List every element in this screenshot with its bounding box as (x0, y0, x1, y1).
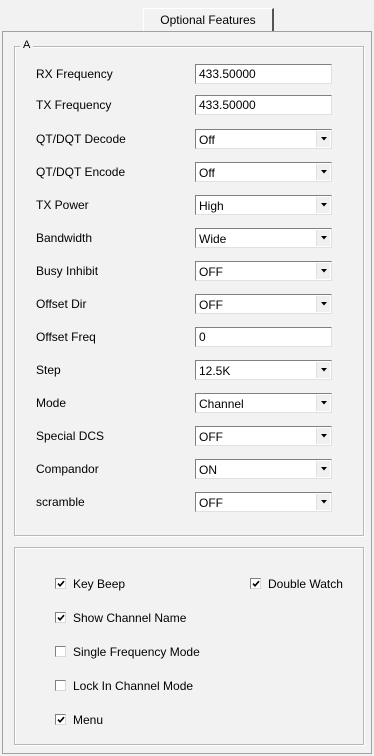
checkbox-box[interactable] (55, 578, 66, 589)
offset-freq-label: Offset Freq (36, 330, 96, 344)
qt-decode-select[interactable]: Off (195, 129, 332, 149)
tx-frequency-input[interactable]: 433.50000 (195, 95, 332, 115)
step-value: 12.5K (199, 364, 231, 378)
checkmark-icon (57, 614, 65, 622)
tx-frequency-label: TX Frequency (36, 98, 112, 112)
chevron-down-icon (321, 137, 327, 141)
rx-frequency-input[interactable]: 433.50000 (195, 64, 332, 84)
row-tx-power: TX Power High (0, 195, 374, 217)
dropdown-button[interactable] (316, 428, 330, 444)
row-offset-dir: Offset Dir OFF (0, 294, 374, 316)
scramble-select[interactable]: OFF (195, 492, 332, 512)
compandor-label: Compandor (36, 462, 99, 476)
bandwidth-value: Wide (199, 232, 227, 246)
checkbox-box[interactable] (55, 612, 66, 623)
chevron-down-icon (321, 368, 327, 372)
special-dcs-value: OFF (199, 430, 223, 444)
mode-select[interactable]: Channel (195, 393, 332, 413)
row-busy-inhibit: Busy Inhibit OFF (0, 261, 374, 283)
dropdown-button[interactable] (316, 230, 330, 246)
compandor-value: ON (199, 463, 217, 477)
dropdown-button[interactable] (316, 296, 330, 312)
chevron-down-icon (321, 203, 327, 207)
menu-label: Menu (73, 713, 104, 727)
single-frequency-mode-label: Single Frequency Mode (73, 645, 200, 659)
step-select[interactable]: 12.5K (195, 360, 332, 380)
tab-optional-features[interactable]: Optional Features (143, 8, 274, 32)
checkbox-box[interactable] (55, 646, 66, 657)
row-compandor: Compandor ON (0, 459, 374, 481)
checkbox-box[interactable] (55, 714, 66, 725)
offset-dir-value: OFF (199, 298, 223, 312)
show-channel-name-label: Show Channel Name (73, 611, 187, 625)
row-qt-encode: QT/DQT Encode Off (0, 162, 374, 184)
qt-decode-value: Off (199, 133, 215, 147)
qt-decode-label: QT/DQT Decode (36, 132, 126, 146)
dropdown-button[interactable] (316, 164, 330, 180)
checkbox-box[interactable] (55, 680, 66, 691)
offset-dir-label: Offset Dir (36, 297, 87, 311)
tx-power-value: High (199, 199, 224, 213)
mode-value: Channel (199, 397, 244, 411)
step-label: Step (36, 363, 61, 377)
group-a-label: A (20, 39, 34, 52)
dropdown-button[interactable] (316, 395, 330, 411)
chevron-down-icon (321, 467, 327, 471)
dropdown-button[interactable] (316, 362, 330, 378)
row-step: Step 12.5K (0, 360, 374, 382)
double-watch-label: Double Watch (268, 577, 343, 591)
row-offset-freq: Offset Freq 0 (0, 327, 374, 349)
qt-encode-label: QT/DQT Encode (36, 165, 126, 179)
row-bandwidth: Bandwidth Wide (0, 228, 374, 250)
tx-power-select[interactable]: High (195, 195, 332, 215)
offset-dir-select[interactable]: OFF (195, 294, 332, 314)
rx-frequency-label: RX Frequency (36, 67, 113, 81)
scramble-label: scramble (36, 495, 85, 509)
row-special-dcs: Special DCS OFF (0, 426, 374, 448)
dropdown-button[interactable] (316, 461, 330, 477)
checkbox-box[interactable] (250, 578, 261, 589)
row-mode: Mode Channel (0, 393, 374, 415)
row-tx-frequency: TX Frequency 433.50000 (0, 95, 374, 117)
chevron-down-icon (321, 434, 327, 438)
dropdown-button[interactable] (316, 131, 330, 147)
chevron-down-icon (321, 170, 327, 174)
key-beep-label: Key Beep (73, 577, 126, 591)
row-rx-frequency: RX Frequency 433.50000 (0, 64, 374, 86)
chevron-down-icon (321, 500, 327, 504)
compandor-select[interactable]: ON (195, 459, 332, 479)
tx-power-label: TX Power (36, 198, 89, 212)
checkmark-icon (57, 580, 65, 588)
special-dcs-label: Special DCS (36, 429, 105, 443)
dropdown-button[interactable] (316, 494, 330, 510)
busy-inhibit-value: OFF (199, 265, 223, 279)
qt-encode-select[interactable]: Off (195, 162, 332, 182)
busy-inhibit-select[interactable]: OFF (195, 261, 332, 281)
scramble-value: OFF (199, 496, 223, 510)
offset-freq-input[interactable]: 0 (195, 327, 332, 347)
dropdown-button[interactable] (316, 263, 330, 279)
special-dcs-select[interactable]: OFF (195, 426, 332, 446)
chevron-down-icon (321, 401, 327, 405)
tab-strip: Optional Features (0, 0, 374, 32)
bandwidth-select[interactable]: Wide (195, 228, 332, 248)
mode-label: Mode (36, 396, 67, 410)
chevron-down-icon (321, 236, 327, 240)
dropdown-button[interactable] (316, 197, 330, 213)
chevron-down-icon (321, 269, 327, 273)
lock-in-channel-mode-label: Lock In Channel Mode (73, 679, 194, 693)
qt-encode-value: Off (199, 166, 215, 180)
checkmark-icon (57, 716, 65, 724)
chevron-down-icon (321, 302, 327, 306)
row-qt-decode: QT/DQT Decode Off (0, 129, 374, 151)
checkmark-icon (252, 580, 260, 588)
row-scramble: scramble OFF (0, 492, 374, 514)
bandwidth-label: Bandwidth (36, 231, 93, 245)
busy-inhibit-label: Busy Inhibit (36, 264, 99, 278)
